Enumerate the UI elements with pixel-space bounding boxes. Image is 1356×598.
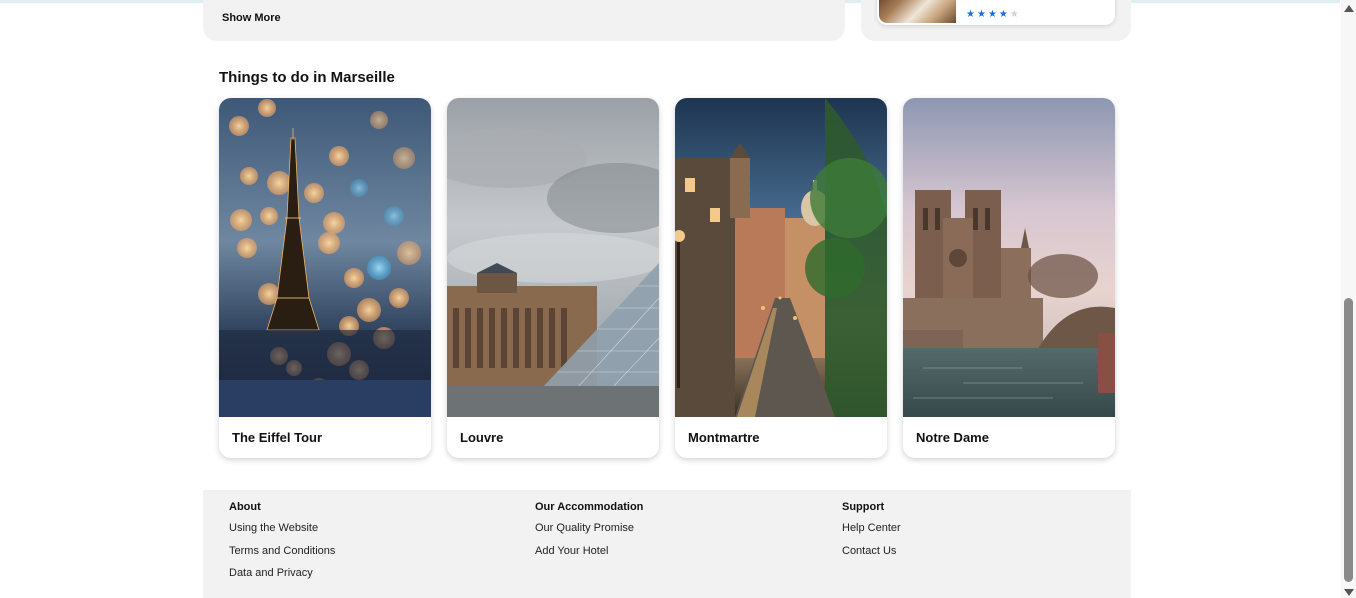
footer: About Using the Website Terms and Condit… <box>203 490 1131 598</box>
footer-accommodation-heading: Our Accommodation <box>535 501 644 513</box>
footer-link-help-center[interactable]: Help Center <box>842 522 901 545</box>
footer-link-quality-promise[interactable]: Our Quality Promise <box>535 522 643 545</box>
hotel-rating-stars: ★ ★ ★ ★ ★ <box>966 10 1019 20</box>
attraction-card-eiffel[interactable]: The Eiffel Tour <box>219 98 431 458</box>
footer-support-heading: Support <box>842 501 885 513</box>
attraction-card-montmartre[interactable]: Montmartre <box>675 98 887 458</box>
attraction-card-label: Notre Dame <box>916 430 989 445</box>
show-more-button[interactable]: Show More <box>222 12 281 24</box>
footer-link-terms[interactable]: Terms and Conditions <box>229 545 335 568</box>
footer-support-column: Support Help Center Contact Us <box>842 501 901 567</box>
footer-accommodation-column: Our Accommodation Our Quality Promise Ad… <box>535 501 643 567</box>
footer-about-heading: About <box>229 501 261 513</box>
footer-link-add-hotel[interactable]: Add Your Hotel <box>535 545 643 568</box>
things-to-do-title: Things to do in Marseille <box>219 69 395 86</box>
vertical-scrollbar[interactable] <box>1341 0 1356 598</box>
star-icon: ★ <box>987 9 997 20</box>
attraction-card-label: Montmartre <box>688 430 760 445</box>
star-empty-icon: ★ <box>1009 9 1019 20</box>
scroll-down-arrow-icon[interactable] <box>1344 589 1354 596</box>
footer-about-column: About Using the Website Terms and Condit… <box>229 501 335 590</box>
star-icon: ★ <box>976 9 986 20</box>
attraction-card-notre-dame[interactable]: Notre Dame <box>903 98 1115 458</box>
attraction-card-label: Louvre <box>460 430 504 445</box>
hotel-card[interactable]: ★ ★ ★ ★ ★ <box>877 0 1115 25</box>
notre-dame-image <box>903 98 1115 417</box>
montmartre-image <box>675 98 887 417</box>
scrollbar-thumb[interactable] <box>1344 298 1353 582</box>
star-icon: ★ <box>998 9 1008 20</box>
footer-link-privacy[interactable]: Data and Privacy <box>229 567 335 590</box>
attraction-card-label: The Eiffel Tour <box>232 430 323 445</box>
star-icon: ★ <box>966 9 975 20</box>
description-panel <box>203 0 845 41</box>
page: Show More ★ ★ ★ ★ ★ Things to do in Mars… <box>0 0 1356 598</box>
footer-link-contact[interactable]: Contact Us <box>842 545 901 568</box>
louvre-image <box>447 98 659 417</box>
scroll-up-arrow-icon[interactable] <box>1344 5 1354 12</box>
hotel-thumbnail-image <box>879 0 956 23</box>
attraction-card-louvre[interactable]: Louvre <box>447 98 659 458</box>
eiffel-tower-image <box>219 98 431 417</box>
footer-link-using-website[interactable]: Using the Website <box>229 522 335 545</box>
